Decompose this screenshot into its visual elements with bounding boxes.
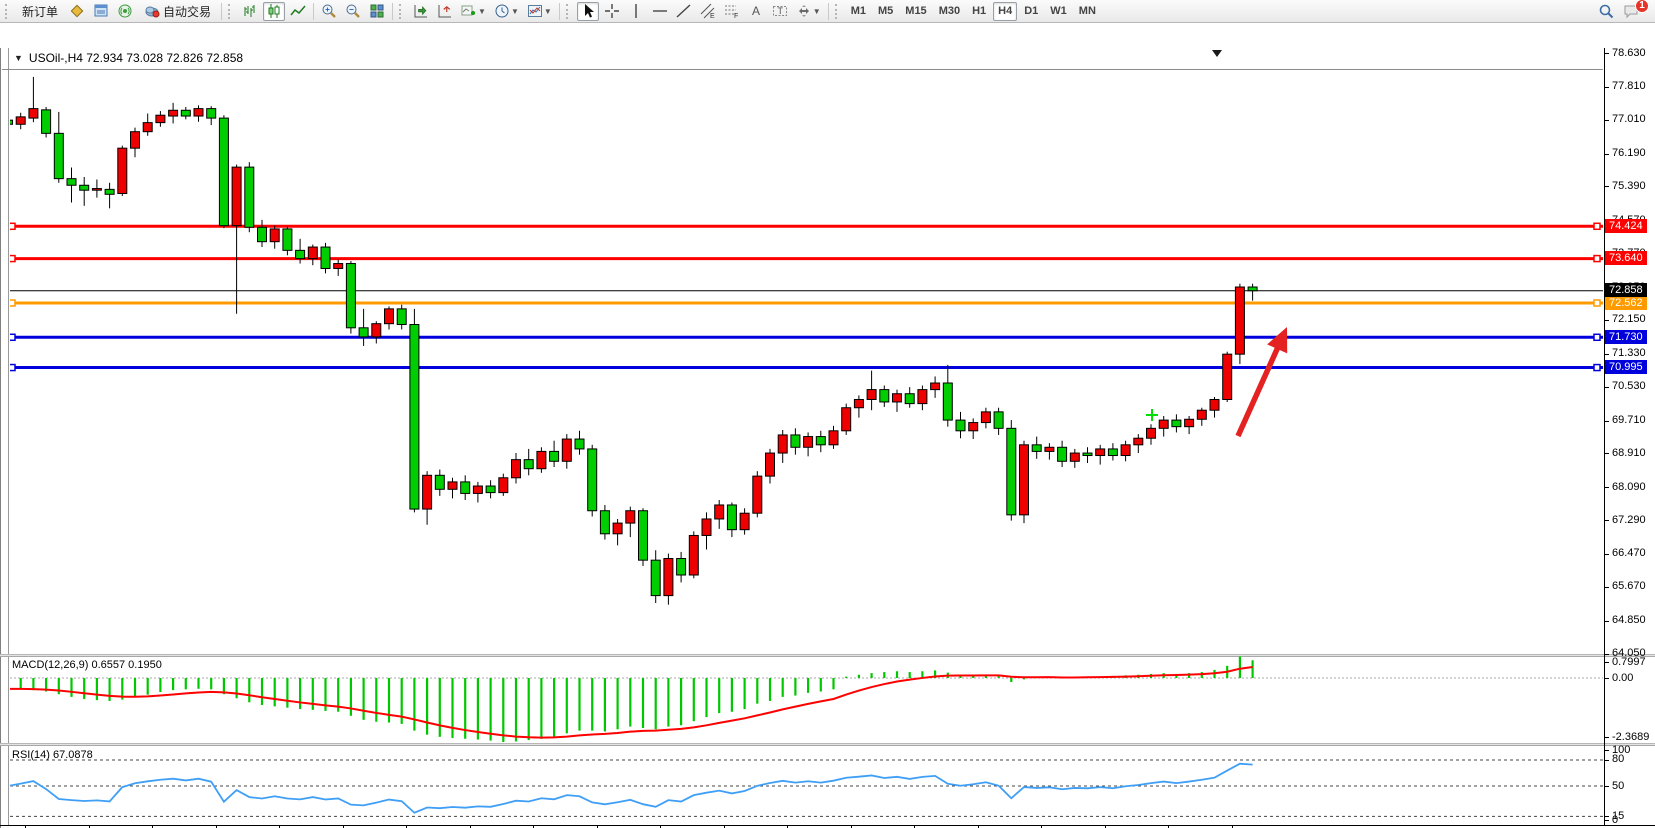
fibonacci-button[interactable]: F (721, 2, 743, 21)
zoom-in-button[interactable] (318, 2, 340, 21)
chart-window[interactable]: ▼ USOil-,H4 72.934 73.028 72.826 72.858 … (0, 24, 1655, 822)
chart-symbol-info[interactable]: ▼ USOil-,H4 72.934 73.028 72.826 72.858 (14, 51, 243, 65)
svg-text:T: T (777, 6, 783, 16)
rsi-label: RSI(14) 67.0878 (12, 749, 93, 761)
chevron-down-icon: ▼ (511, 7, 519, 16)
horizontal-line-button[interactable] (649, 2, 671, 21)
price-line-label: 74.424 (1605, 219, 1647, 233)
text-label-button[interactable]: T (769, 2, 791, 21)
svg-text:A: A (752, 4, 760, 18)
cursor-button[interactable] (577, 2, 599, 21)
timeframe-m15-button[interactable]: M15 (900, 2, 931, 21)
signals-icon[interactable] (114, 2, 136, 21)
symbol-ohlc-text: USOil-,H4 72.934 73.028 72.826 72.858 (29, 51, 243, 65)
timeframe-m5-button[interactable]: M5 (873, 2, 898, 21)
trendline-button[interactable] (673, 2, 695, 21)
price-line-label: 70.995 (1605, 360, 1647, 374)
autotrading-icon (144, 3, 160, 19)
tile-windows-button[interactable] (366, 2, 388, 21)
timeframe-m30-button[interactable]: M30 (934, 2, 965, 21)
bar-chart-button[interactable] (239, 2, 261, 21)
arrows-button[interactable]: ▼ (793, 2, 824, 21)
current-price-label: 72.858 (1605, 283, 1647, 297)
price-line-label: 72.562 (1605, 296, 1647, 310)
timeframe-d1-button[interactable]: D1 (1019, 2, 1043, 21)
chevron-down-icon: ▼ (544, 7, 552, 16)
equidistant-channel-button[interactable]: E (697, 2, 719, 21)
chart-shift-button[interactable] (434, 2, 456, 21)
chevron-down-icon: ▼ (478, 7, 486, 16)
text-button[interactable]: A (745, 2, 767, 21)
toolbar-grip[interactable] (566, 4, 573, 19)
periods-button[interactable]: ▼ (491, 2, 522, 21)
svg-text:E: E (710, 13, 715, 19)
indicators-button[interactable]: ▼ (458, 2, 489, 21)
vertical-line-button[interactable] (625, 2, 647, 21)
diamond-icon[interactable] (66, 2, 88, 21)
chevron-down-icon: ▼ (813, 7, 821, 16)
auto-scroll-button[interactable] (410, 2, 432, 21)
svg-text:F: F (734, 13, 738, 19)
search-icon[interactable] (1595, 2, 1618, 21)
terminal-window: 新订单 自动交易 ▼ ▼ ▼ E F A T ▼ M1M5M15M30H (0, 0, 1655, 828)
toolbar-grip[interactable] (228, 4, 235, 19)
timeframe-mn-button[interactable]: MN (1074, 2, 1101, 21)
one-click-trading-toggle-icon[interactable]: ▼ (14, 53, 23, 63)
zoom-out-button[interactable] (342, 2, 364, 21)
price-line-label: 71.730 (1605, 330, 1647, 344)
templates-button[interactable]: ▼ (524, 2, 555, 21)
autotrading-button[interactable]: 自动交易 (138, 2, 217, 21)
macd-label: MACD(12,26,9) 0.6557 0.1950 (12, 659, 162, 671)
chart-shift-marker[interactable] (1212, 50, 1222, 57)
chart-plot[interactable] (0, 24, 1655, 828)
chat-button[interactable]: 1 (1620, 2, 1644, 21)
toolbar-grip[interactable] (5, 4, 12, 19)
timeframe-m1-button[interactable]: M1 (846, 2, 871, 21)
toolbar-grip[interactable] (399, 4, 406, 19)
timeframe-w1-button[interactable]: W1 (1045, 2, 1072, 21)
line-chart-button[interactable] (287, 2, 309, 21)
candlestick-button[interactable] (263, 2, 285, 21)
new-order-button[interactable]: 新订单 (16, 2, 64, 21)
price-line-label: 73.640 (1605, 251, 1647, 265)
notification-badge: 1 (1635, 0, 1649, 13)
timeframe-h1-button[interactable]: H1 (967, 2, 991, 21)
toolbar-grip[interactable] (835, 4, 842, 19)
terminal-icon[interactable] (90, 2, 112, 21)
crosshair-button[interactable] (601, 2, 623, 21)
timeframe-h4-button[interactable]: H4 (993, 2, 1017, 21)
main-toolbar: 新订单 自动交易 ▼ ▼ ▼ E F A T ▼ M1M5M15M30H (0, 0, 1655, 23)
